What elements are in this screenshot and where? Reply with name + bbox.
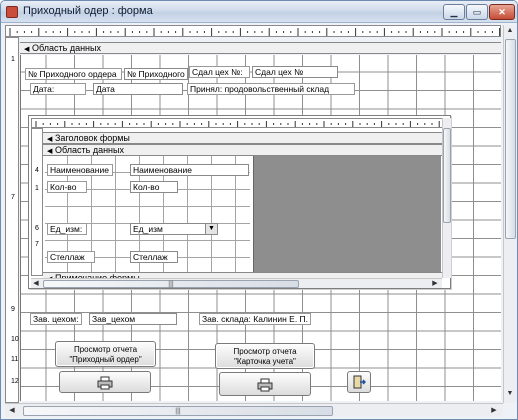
main-horizontal-scrollbar[interactable]: ◀ ||| ▶ [5,403,503,417]
chevron-down-icon[interactable]: ▼ [205,224,217,234]
subform-vruler-number: 7 [35,241,39,248]
subform-vruler-number: 6 [35,225,39,232]
data-area-section-bar[interactable]: ◀ Область данных [20,42,501,54]
subform-data-section-bar[interactable]: ◀ Область данных [43,144,442,156]
scroll-left-icon[interactable]: ◀ [7,406,17,416]
order-number-label[interactable]: № Приходного ордера [25,68,122,80]
minimize-button[interactable]: ▁ [443,4,465,20]
subform-horizontal-ruler [31,118,448,128]
scrollbar-thumb[interactable] [505,39,516,239]
rack-label[interactable]: Стеллаж [47,251,95,263]
quantity-label[interactable]: Кол-во [47,181,87,193]
received-label[interactable]: Принял: продовольственный склад [187,83,355,95]
vertical-ruler: 1 7 9 10 11 12 [5,37,19,403]
date-field[interactable]: Дата [93,83,183,95]
scroll-right-icon[interactable]: ▶ [430,279,440,289]
window-title: Приходный одер : форма [23,5,153,17]
close-button[interactable]: ✕ [489,4,515,20]
subform-vertical-ruler: 4 1 6 7 [31,128,43,276]
handed-workshop-field[interactable]: Сдал цех № [252,66,338,78]
subform-empty-area [253,156,441,272]
subform-vruler-number: 4 [35,167,39,174]
printer-icon [97,376,113,390]
scrollbar-thumb[interactable]: ||| [23,406,333,416]
subform-vruler-number: 1 [35,185,39,192]
handed-workshop-label[interactable]: Сдал цех №: [189,66,250,78]
workshop-head-field[interactable]: Зав_цехом [89,313,177,325]
name-field[interactable]: Наименование [130,164,249,176]
main-vertical-scrollbar[interactable]: ▲ ▼ [503,25,517,403]
name-label[interactable]: Наименование [47,164,113,176]
exit-button[interactable] [347,371,371,393]
horizontal-ruler-ticks [9,28,501,36]
print-card-button[interactable] [219,372,311,396]
scroll-down-icon[interactable]: ▼ [505,389,515,399]
subform-horizontal-scrollbar[interactable]: ◀ ||| ▶ [31,278,442,288]
unit-field: Ед_изм [133,224,163,234]
section-label: Область данных [32,43,101,53]
vruler-number: 12 [11,378,19,385]
view-order-report-button[interactable]: Просмотр отчета "Приходный ордер" [55,341,156,367]
date-label[interactable]: Дата: [30,83,86,95]
rack-field[interactable]: Стеллаж [130,251,178,263]
unit-label[interactable]: Ед_изм: [47,223,87,235]
maximize-button[interactable]: ▭ [466,4,488,20]
form-window: Приходный одер : форма ▁ ▭ ✕ 1 7 9 10 11… [0,0,518,420]
printer-icon [257,378,273,392]
section-arrow-icon: ◀ [24,46,30,53]
vruler-number: 9 [11,306,15,313]
scroll-up-icon[interactable]: ▲ [505,26,515,36]
form-icon [6,6,18,18]
subform-header-section-bar[interactable]: ◀ Заголовок формы [43,132,442,144]
subform-vertical-scrollbar[interactable] [442,118,451,278]
scroll-left-icon[interactable]: ◀ [31,279,41,289]
subform-ruler-ticks [35,121,447,127]
section-label: Область данных [55,145,124,155]
section-label: Заголовок формы [55,133,130,143]
title-bar[interactable]: Приходный одер : форма ▁ ▭ ✕ [1,1,517,23]
unit-combobox[interactable]: Ед_изм ▼ [130,223,218,235]
subform-control[interactable]: 4 1 6 7 ◀ Заголовок формы ◀ Область данных… [28,115,451,289]
vruler-number: 11 [11,356,19,363]
scrollbar-thumb[interactable] [443,128,451,223]
scrollbar-thumb[interactable]: ||| [43,280,299,288]
scroll-right-icon[interactable]: ▶ [489,406,499,416]
print-order-button[interactable] [59,371,151,393]
workshop-head-label[interactable]: Зав. цехом: [30,313,82,325]
warehouse-head-label[interactable]: Зав. склада: Калинин Е. П. [199,313,311,325]
horizontal-ruler [5,25,501,37]
vruler-number: 10 [11,336,19,343]
vruler-number: 7 [11,194,15,201]
vruler-number: 1 [11,56,15,63]
view-card-report-button[interactable]: Просмотр отчета "Карточка учета" [215,343,315,369]
exit-door-icon [353,375,367,389]
quantity-field[interactable]: Кол-во [130,181,178,193]
order-number-field[interactable]: № Приходного [124,68,188,80]
